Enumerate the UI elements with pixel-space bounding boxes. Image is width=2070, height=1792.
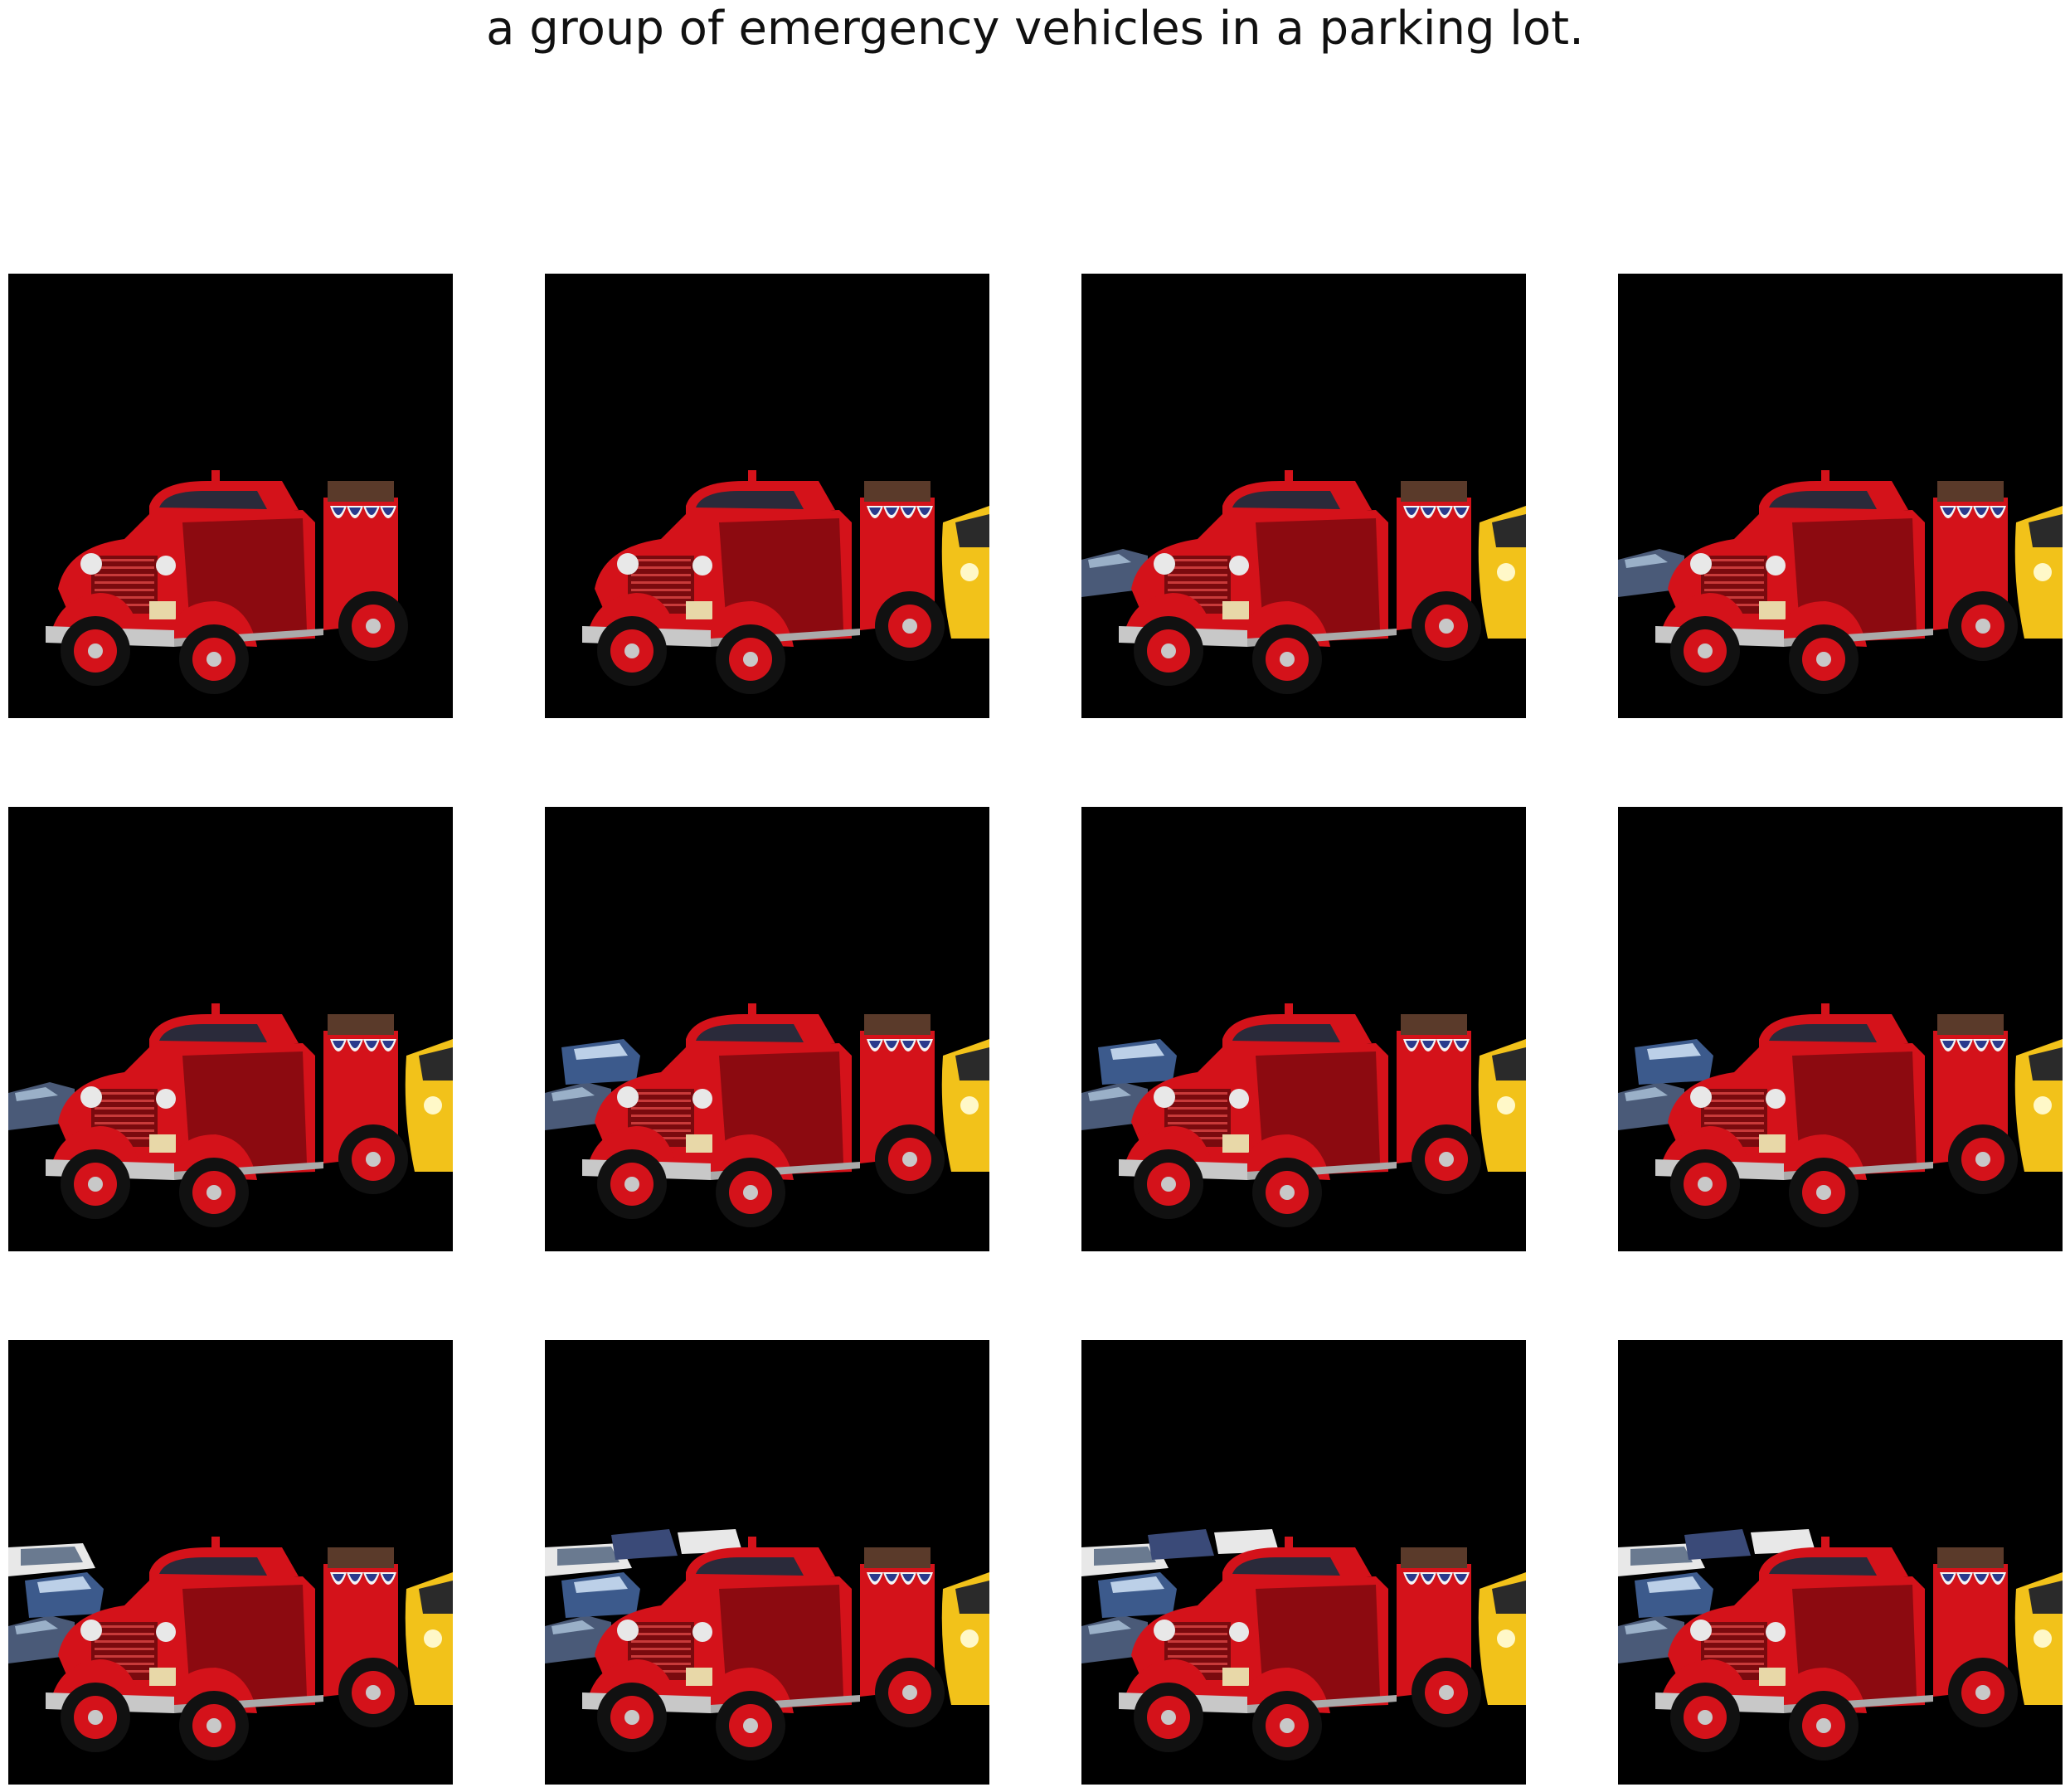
beacon <box>748 1537 756 1550</box>
yellow-taxi <box>1478 1572 1526 1705</box>
yellow-taxi <box>941 506 989 639</box>
parked-car <box>1098 1572 1177 1618</box>
yellow-taxi <box>405 1039 453 1172</box>
figure-title: a group of emergency vehicles in a parki… <box>486 2 1584 56</box>
license-plate <box>1222 1668 1249 1686</box>
headlight <box>156 1622 176 1642</box>
headlight <box>617 1086 639 1108</box>
generated-image-panel <box>1618 807 2063 1251</box>
beacon <box>1285 1003 1293 1017</box>
license-plate <box>1222 601 1249 619</box>
headlight <box>1690 1086 1712 1108</box>
headlight <box>1154 553 1175 575</box>
beacon <box>211 1003 220 1017</box>
headlight <box>1229 1622 1249 1642</box>
license-plate <box>149 1668 176 1686</box>
parked-car <box>25 1572 104 1618</box>
panel-image <box>1081 807 1526 1251</box>
yellow-taxi <box>2014 1039 2063 1172</box>
headlight <box>692 556 712 575</box>
license-plate <box>1759 601 1786 619</box>
panel-image <box>1618 807 2063 1251</box>
generated-image-panel <box>8 1340 453 1785</box>
yellow-taxi <box>941 1039 989 1172</box>
license-plate <box>1222 1134 1249 1153</box>
yellow-taxi <box>941 1572 989 1705</box>
headlight <box>1229 1089 1249 1109</box>
panel-image <box>1618 1340 2063 1785</box>
headlight <box>156 556 176 575</box>
beacon <box>748 470 756 483</box>
headlight <box>692 1622 712 1642</box>
headlight <box>692 1089 712 1109</box>
panel-image <box>545 807 989 1251</box>
headlight <box>1766 1089 1786 1109</box>
license-plate <box>1759 1134 1786 1153</box>
panel-image <box>8 1340 453 1785</box>
panel-image <box>1618 274 2063 718</box>
headlight <box>1766 556 1786 575</box>
generated-image-panel <box>545 1340 989 1785</box>
parked-car <box>1098 1039 1177 1085</box>
beacon <box>211 470 220 483</box>
panel-image <box>1081 1340 1526 1785</box>
generated-image-panel <box>1081 807 1526 1251</box>
panel-image <box>8 807 453 1251</box>
license-plate <box>149 601 176 619</box>
parked-car <box>561 1572 640 1618</box>
license-plate <box>686 1134 712 1153</box>
license-plate <box>686 601 712 619</box>
headlight <box>617 1620 639 1641</box>
beacon <box>1821 1537 1829 1550</box>
headlight <box>80 553 102 575</box>
headlight <box>1690 1620 1712 1641</box>
license-plate <box>1759 1668 1786 1686</box>
beacon <box>1821 1003 1829 1017</box>
headlight <box>1690 553 1712 575</box>
generated-image-panel <box>1081 274 1526 718</box>
generated-image-panel <box>8 274 453 718</box>
headlight <box>1766 1622 1786 1642</box>
image-grid <box>8 274 2063 1785</box>
parked-car <box>561 1039 640 1085</box>
generated-image-panel <box>1618 1340 2063 1785</box>
license-plate <box>686 1668 712 1686</box>
yellow-taxi <box>2014 506 2063 639</box>
headlight <box>617 553 639 575</box>
panel-image <box>545 274 989 718</box>
headlight <box>1229 556 1249 575</box>
yellow-taxi <box>1478 506 1526 639</box>
parked-car <box>1635 1572 1713 1618</box>
panel-image <box>8 274 453 718</box>
beacon <box>1821 470 1829 483</box>
generated-image-panel <box>545 274 989 718</box>
beacon <box>211 1537 220 1550</box>
headlight <box>1154 1620 1175 1641</box>
beacon <box>748 1003 756 1017</box>
generated-image-panel <box>545 807 989 1251</box>
generated-image-panel <box>1618 274 2063 718</box>
yellow-taxi <box>2014 1572 2063 1705</box>
generated-image-panel <box>8 807 453 1251</box>
license-plate <box>149 1134 176 1153</box>
yellow-taxi <box>405 1572 453 1705</box>
panel-image <box>1081 274 1526 718</box>
beacon <box>1285 1537 1293 1550</box>
panel-image <box>545 1340 989 1785</box>
parked-car <box>1635 1039 1713 1085</box>
generated-image-panel <box>1081 1340 1526 1785</box>
headlight <box>156 1089 176 1109</box>
headlight <box>80 1620 102 1641</box>
yellow-taxi <box>1478 1039 1526 1172</box>
headlight <box>1154 1086 1175 1108</box>
beacon <box>1285 470 1293 483</box>
headlight <box>80 1086 102 1108</box>
